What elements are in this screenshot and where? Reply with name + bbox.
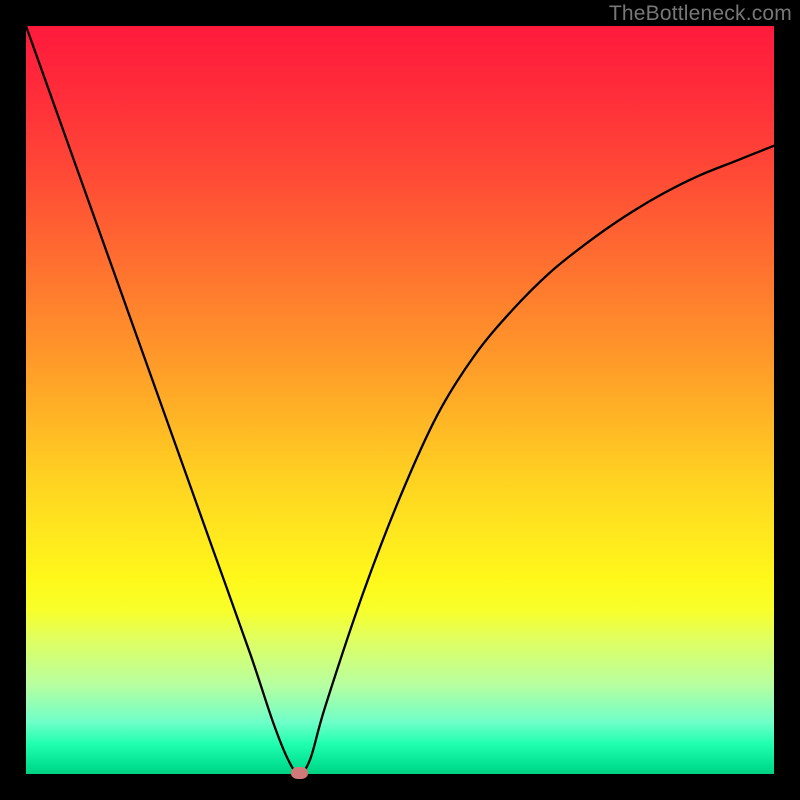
plot-area (26, 26, 774, 774)
watermark-text: TheBottleneck.com (609, 2, 792, 26)
minimum-marker (291, 767, 308, 779)
curve-layer (26, 26, 774, 774)
bottleneck-curve (26, 26, 774, 774)
chart-frame: TheBottleneck.com (0, 0, 800, 800)
